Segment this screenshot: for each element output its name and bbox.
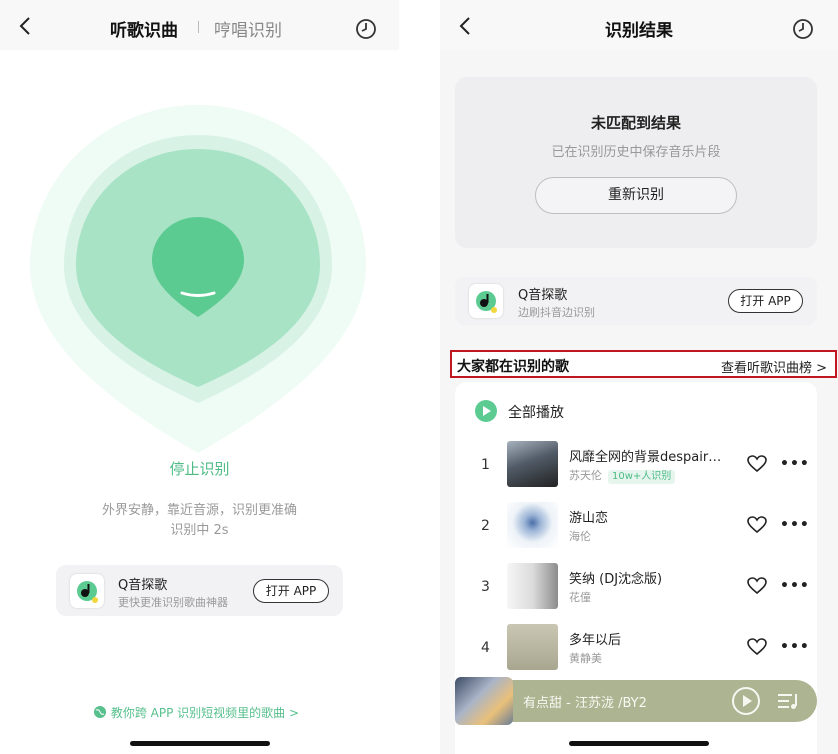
now-playing-title: 有点甜 - 汪苏泷 /BY2 [523, 696, 647, 711]
album-cover [507, 624, 558, 670]
song-artist: 花僮 [569, 591, 591, 604]
trending-section-header: 大家都在识别的歌 查看听歌识曲榜 > [450, 350, 837, 378]
song-row[interactable]: 2 游山恋 海伦 ••• [455, 502, 817, 552]
song-row[interactable]: 4 多年以后 黄静美 ••• [455, 624, 817, 674]
tab-humming-recognition[interactable]: 哼唱识别 [214, 16, 282, 41]
stop-recognition-button[interactable]: 停止识别 [0, 458, 399, 479]
tab-divider [198, 21, 199, 33]
top-bar: 识别结果 [440, 0, 838, 50]
screen-divider [399, 0, 440, 754]
song-title: 游山恋 [569, 511, 609, 526]
more-icon[interactable]: ••• [780, 516, 809, 534]
song-artist: 黄静美 [569, 652, 602, 665]
section-title: 大家都在识别的歌 [457, 359, 569, 375]
promo-subtitle: 更快更准识别歌曲神器 [118, 596, 228, 609]
more-icon[interactable]: ••• [780, 455, 809, 473]
view-chart-link[interactable]: 查看听歌识曲榜 > [721, 357, 827, 376]
play-all-label: 全部播放 [508, 405, 564, 421]
promo-title: Q音探歌 [518, 288, 568, 303]
open-app-button[interactable]: 打开 APP [253, 579, 329, 603]
recognition-timer: 识别中 2s [170, 523, 229, 538]
history-clock-icon[interactable] [355, 18, 377, 40]
page-title: 识别结果 [605, 21, 673, 41]
playlist-icon[interactable] [777, 692, 799, 710]
globe-icon [94, 706, 106, 718]
play-icon[interactable] [732, 687, 760, 715]
back-icon[interactable] [18, 17, 32, 35]
home-indicator [130, 741, 270, 746]
no-match-card: 未匹配到结果 已在识别历史中保存音乐片段 重新识别 [455, 77, 817, 248]
q-app-promo-card: Q音探歌 边刷抖音边识别 打开 APP [455, 277, 817, 325]
heart-icon[interactable] [747, 638, 767, 656]
promo-subtitle: 边刷抖音边识别 [518, 306, 595, 319]
more-icon[interactable]: ••• [780, 638, 809, 656]
recognition-count-badge: 10w+人识别 [608, 470, 676, 484]
album-cover [507, 563, 558, 609]
mini-player[interactable]: 有点甜 - 汪苏泷 /BY2 [455, 677, 817, 725]
tutorial-link[interactable]: 教你跨 APP 识别短视频里的歌曲 > [93, 704, 299, 721]
song-row[interactable]: 3 笑纳 (DJ沈念版) 花僮 ••• [455, 563, 817, 613]
open-app-button[interactable]: 打开 APP [728, 289, 803, 313]
song-title: 多年以后 [569, 633, 622, 648]
song-rank: 4 [481, 640, 490, 656]
result-screen: 识别结果 未匹配到结果 已在识别历史中保存音乐片段 重新识别 Q音探歌 边刷抖音… [440, 0, 838, 754]
q-app-promo-card: Q音探歌 更快更准识别歌曲神器 打开 APP [56, 565, 343, 616]
song-rank: 2 [481, 518, 490, 534]
recognize-screen: 听歌识曲 哼唱识别 停止识别 外界安静，靠近音源，识别更准确 识别中 2s Q音… [0, 0, 399, 754]
promo-title: Q音探歌 [118, 578, 168, 593]
q-app-icon [469, 284, 503, 318]
song-artist-line: 苏天伦 10w+人识别 [569, 467, 676, 484]
heart-icon[interactable] [747, 577, 767, 595]
album-cover [507, 441, 558, 487]
home-indicator [569, 741, 709, 746]
song-artist: 苏天伦 [569, 469, 602, 482]
tab-song-recognition[interactable]: 听歌识曲 [110, 16, 178, 41]
recognition-animation[interactable] [30, 105, 366, 455]
song-rank: 1 [481, 457, 490, 473]
song-title: 笑纳 (DJ沈念版) [569, 572, 663, 587]
song-rank: 3 [481, 579, 490, 595]
retry-button[interactable]: 重新识别 [535, 177, 737, 214]
q-app-icon [70, 574, 104, 608]
play-circle-icon [475, 400, 497, 422]
song-artist: 海伦 [569, 530, 591, 543]
heart-icon[interactable] [747, 455, 767, 473]
more-icon[interactable]: ••• [780, 577, 809, 595]
history-clock-icon[interactable] [792, 18, 814, 40]
song-row[interactable]: 1 风靡全网的背景despair… 苏天伦 10w+人识别 ••• [455, 441, 817, 491]
no-match-title: 未匹配到结果 [590, 114, 681, 132]
album-cover [507, 502, 558, 548]
recognition-tip: 外界安静，靠近音源，识别更准确 [101, 503, 297, 518]
top-bar: 听歌识曲 哼唱识别 [0, 0, 399, 50]
now-playing-cover [455, 677, 513, 725]
no-match-subtitle: 已在识别历史中保存音乐片段 [551, 145, 721, 160]
song-title: 风靡全网的背景despair… [569, 450, 722, 465]
heart-icon[interactable] [747, 516, 767, 534]
tutorial-link-label: 教你跨 APP 识别短视频里的歌曲 > [110, 706, 300, 720]
